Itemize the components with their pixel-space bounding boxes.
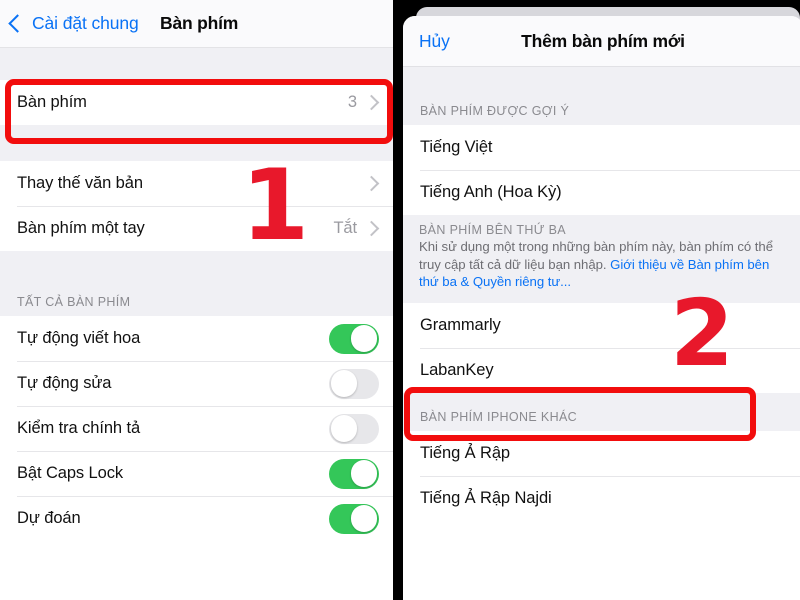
spacer bbox=[403, 67, 800, 87]
back-button[interactable]: Cài đặt chung bbox=[0, 13, 139, 34]
group-keyboards: Bàn phím 3 bbox=[0, 80, 393, 125]
row-label: Tiếng Anh (Hoa Kỳ) bbox=[420, 183, 562, 201]
toggle-predictive[interactable] bbox=[329, 503, 379, 534]
toggle-caps-lock[interactable] bbox=[329, 458, 379, 489]
row-label: Bàn phím bbox=[17, 93, 87, 111]
navigation-bar: Cài đặt chung Bàn phím bbox=[0, 0, 393, 48]
group-other-keyboards: Tiếng Ả Rập Tiếng Ả Rập Najdi bbox=[403, 430, 800, 521]
chevron-right-icon bbox=[363, 220, 380, 237]
row-keyboard-vietnamese[interactable]: Tiếng Việt bbox=[403, 125, 800, 170]
section-header-label: BÀN PHÍM IPHONE KHÁC bbox=[403, 392, 800, 431]
third-party-description-block: BÀN PHÍM BÊN THỨ BA Khi sử dụng một tron… bbox=[403, 215, 800, 303]
page-title: Bàn phím bbox=[160, 13, 239, 33]
row-one-handed-keyboard[interactable]: Bàn phím một tay Tắt bbox=[0, 206, 393, 251]
row-caps-lock[interactable]: Bật Caps Lock bbox=[0, 451, 393, 496]
row-value: Tắt bbox=[333, 219, 357, 237]
row-label: Dự đoán bbox=[17, 509, 81, 527]
row-value: 3 bbox=[347, 93, 357, 111]
row-auto-correction[interactable]: Tự động sửa bbox=[0, 361, 393, 406]
row-label: Tiếng Việt bbox=[420, 138, 493, 156]
add-keyboard-sheet: Hủy Thêm bàn phím mới BÀN PHÍM ĐƯỢC GỢI … bbox=[403, 16, 800, 600]
row-label: Tự động viết hoa bbox=[17, 329, 141, 347]
row-label: Bàn phím một tay bbox=[17, 219, 145, 237]
group-all-keyboard-toggles: Tự động viết hoa Tự động sửa Kiểm tra ch… bbox=[0, 316, 393, 541]
toggle-auto-capitalization[interactable] bbox=[329, 323, 379, 354]
row-label: Tự động sửa bbox=[17, 374, 112, 392]
toggle-knob bbox=[350, 505, 377, 532]
spacer bbox=[0, 125, 393, 161]
row-text-replacement[interactable]: Thay thế văn bản bbox=[0, 161, 393, 206]
group-third-party-keyboards: Grammarly LabanKey bbox=[403, 302, 800, 393]
row-label: LabanKey bbox=[420, 360, 494, 379]
row-label: Bật Caps Lock bbox=[17, 464, 124, 482]
chevron-left-icon bbox=[8, 14, 27, 33]
group-text-settings: Thay thế văn bản Bàn phím một tay Tắt bbox=[0, 161, 393, 251]
row-label: Thay thế văn bản bbox=[17, 174, 143, 192]
row-keyboard-grammarly[interactable]: Grammarly bbox=[403, 302, 800, 348]
row-label: Tiếng Ả Rập Najdi bbox=[420, 488, 552, 507]
toggle-spell-check[interactable] bbox=[329, 413, 379, 444]
row-auto-capitalization[interactable]: Tự động viết hoa bbox=[0, 316, 393, 361]
row-keyboard-labankey[interactable]: LabanKey bbox=[403, 347, 800, 393]
row-spell-check[interactable]: Kiểm tra chính tả bbox=[0, 406, 393, 451]
back-button-label: Cài đặt chung bbox=[32, 13, 139, 33]
toggle-knob bbox=[330, 370, 358, 397]
sheet-title: Thêm bàn phím mới bbox=[521, 30, 685, 51]
row-keyboard-arabic[interactable]: Tiếng Ả Rập bbox=[403, 430, 800, 476]
section-header-suggested: BÀN PHÍM ĐƯỢC GỢI Ý bbox=[403, 87, 800, 125]
screenshot-root: Cài đặt chung Bàn phím Bàn phím 3 Thay t… bbox=[0, 0, 800, 600]
row-label: Grammarly bbox=[420, 315, 501, 334]
spacer bbox=[0, 251, 393, 275]
toggle-auto-correction[interactable] bbox=[329, 368, 379, 399]
row-label: Kiểm tra chính tả bbox=[17, 419, 141, 437]
spacer bbox=[0, 48, 393, 80]
section-header-label: BÀN PHÍM ĐƯỢC GỢI Ý bbox=[403, 87, 800, 125]
toggle-knob bbox=[350, 460, 377, 487]
third-party-body: Khi sử dụng một trong những bàn phím này… bbox=[419, 238, 787, 291]
section-header-third-party: BÀN PHÍM BÊN THỨ BA bbox=[419, 223, 566, 237]
chevron-right-icon bbox=[363, 94, 380, 111]
section-header-all-keyboards: TẤT CẢ BÀN PHÍM bbox=[0, 275, 393, 316]
row-predictive[interactable]: Dự đoán bbox=[0, 496, 393, 541]
row-keyboard-arabic-najdi[interactable]: Tiếng Ả Rập Najdi bbox=[403, 475, 800, 521]
group-suggested-keyboards: Tiếng Việt Tiếng Anh (Hoa Kỳ) bbox=[403, 125, 800, 215]
add-keyboard-panel: Hủy Thêm bàn phím mới BÀN PHÍM ĐƯỢC GỢI … bbox=[400, 0, 800, 600]
row-label: Tiếng Ả Rập bbox=[420, 443, 511, 462]
row-keyboards[interactable]: Bàn phím 3 bbox=[0, 80, 393, 125]
sheet-navigation-bar: Hủy Thêm bàn phím mới bbox=[403, 16, 800, 67]
section-header-other: BÀN PHÍM IPHONE KHÁC bbox=[403, 392, 800, 431]
keyboard-settings-panel: Cài đặt chung Bàn phím Bàn phím 3 Thay t… bbox=[0, 0, 393, 600]
toggle-knob bbox=[330, 415, 358, 442]
chevron-right-icon bbox=[363, 175, 380, 192]
toggle-knob bbox=[350, 325, 377, 352]
row-keyboard-english-us[interactable]: Tiếng Anh (Hoa Kỳ) bbox=[403, 170, 800, 215]
section-header-label: TẤT CẢ BÀN PHÍM bbox=[0, 275, 393, 316]
